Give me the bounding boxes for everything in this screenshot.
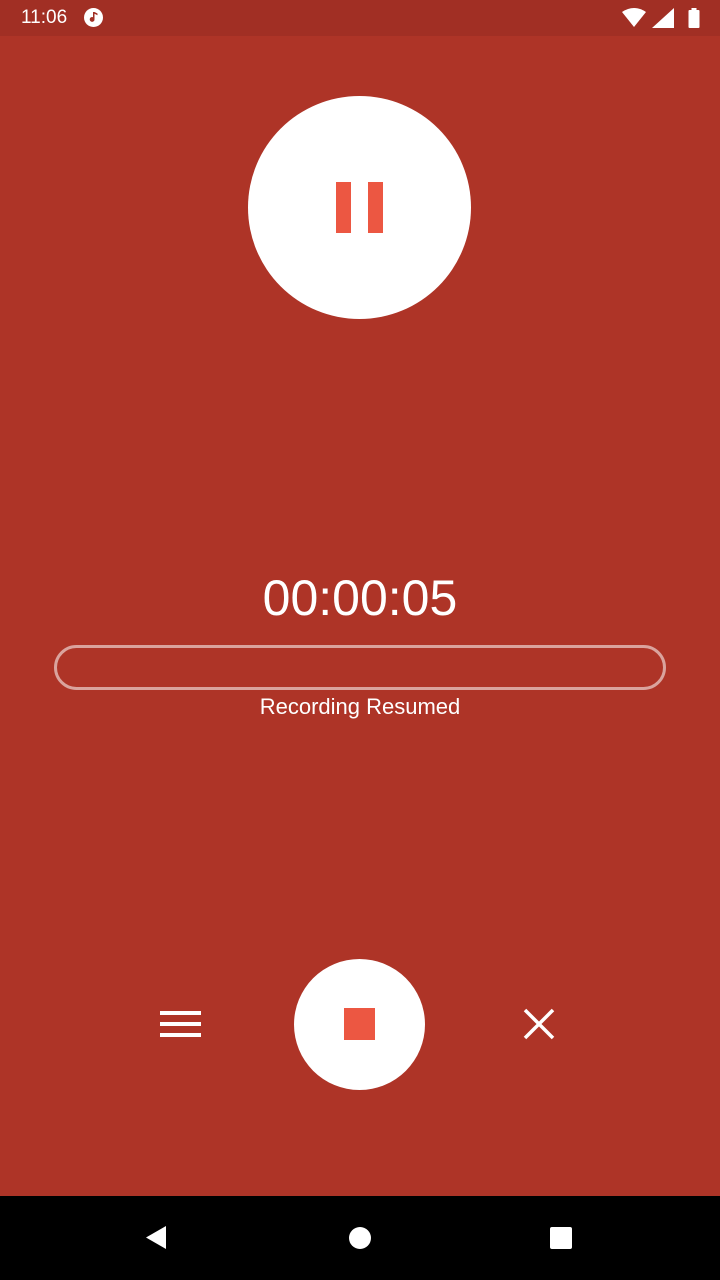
music-note-icon [84,8,103,27]
pause-button[interactable] [248,96,471,319]
back-icon [146,1226,166,1249]
menu-icon-line [160,1011,201,1015]
recording-status-text: Recording Resumed [259,694,461,719]
discard-button[interactable] [509,994,569,1054]
cell-signal-icon [652,8,674,28]
status-bar: 11:06 [0,0,720,36]
navigation-bar [0,1196,720,1280]
recents-icon [550,1227,572,1249]
home-icon [349,1227,371,1249]
menu-icon-line [160,1033,201,1037]
battery-icon [688,8,700,28]
recorder-screen: 11:06 00:00:05 Recording Resumed [0,0,720,1280]
close-icon [523,1008,555,1040]
back-button[interactable] [132,1214,180,1262]
pause-icon [336,182,351,233]
wifi-icon [622,8,646,27]
menu-button[interactable] [150,995,210,1055]
stop-button[interactable] [294,959,425,1090]
status-time: 11:06 [21,7,68,28]
home-button[interactable] [336,1214,384,1262]
pause-icon-bar [368,182,383,233]
menu-icon-line [160,1022,201,1026]
recording-timer: 00:00:05 [262,570,458,626]
recents-button[interactable] [537,1214,585,1262]
recording-progress-bar [54,645,666,690]
stop-icon [344,1008,375,1040]
